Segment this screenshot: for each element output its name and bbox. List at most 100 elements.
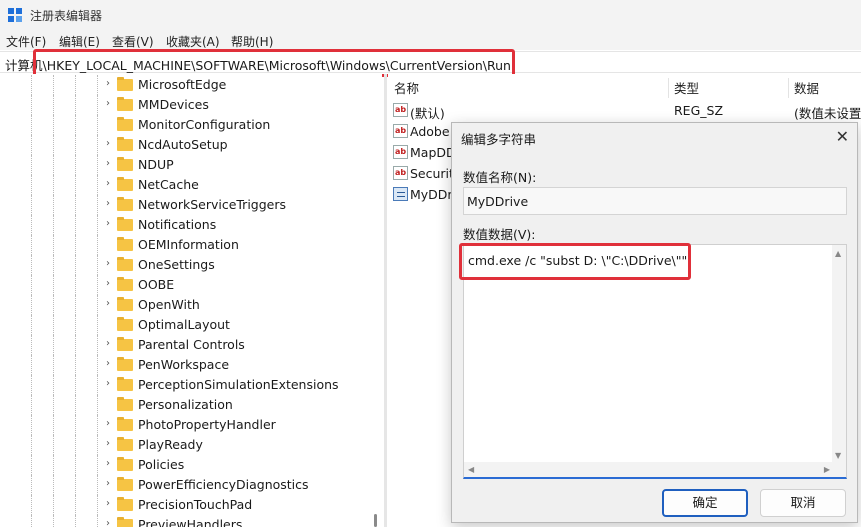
tree-item[interactable]: › NetworkServiceTriggers xyxy=(0,195,370,215)
tree-guide-line xyxy=(97,295,98,315)
chevron-right-icon[interactable]: › xyxy=(106,198,110,209)
tree-item[interactable]: › PreviewHandlers xyxy=(0,515,370,527)
tree-item-label: Policies xyxy=(138,457,185,472)
folder-icon xyxy=(117,297,133,311)
scroll-right-icon[interactable]: ▶ xyxy=(824,465,830,474)
tree-guide-line xyxy=(75,315,76,335)
tree-item-label: NetCache xyxy=(138,177,199,192)
chevron-right-icon[interactable]: › xyxy=(106,278,110,289)
tree-item[interactable]: › MMDevices xyxy=(0,95,370,115)
chevron-right-icon[interactable]: › xyxy=(106,458,110,469)
chevron-right-icon[interactable]: › xyxy=(106,438,110,449)
menu-edit[interactable]: 编辑(E) xyxy=(59,33,100,50)
tree-guide-line xyxy=(31,475,32,495)
list-item-type: REG_SZ xyxy=(674,103,724,118)
chevron-right-icon[interactable]: › xyxy=(106,298,110,309)
list-item-name: MapDD xyxy=(410,145,456,160)
tree-item[interactable]: › PenWorkspace xyxy=(0,355,370,375)
column-divider[interactable] xyxy=(668,78,669,98)
tree-item[interactable]: › Parental Controls xyxy=(0,335,370,355)
tree-item[interactable]: › Notifications xyxy=(0,215,370,235)
folder-icon xyxy=(117,317,133,331)
tree-item[interactable]: › PhotoPropertyHandler xyxy=(0,415,370,435)
tree-guide-line xyxy=(75,95,76,115)
tree-guide-line xyxy=(75,115,76,135)
tree-item-label: PreviewHandlers xyxy=(138,517,243,527)
tree-guide-line xyxy=(97,415,98,435)
pane-splitter[interactable] xyxy=(384,74,387,527)
menu-view[interactable]: 查看(V) xyxy=(112,33,154,50)
list-item-name: Adobe xyxy=(410,124,450,139)
menu-help[interactable]: 帮助(H) xyxy=(231,33,273,50)
tree-item[interactable]: › PrecisionTouchPad xyxy=(0,495,370,515)
chevron-right-icon[interactable]: › xyxy=(106,518,110,527)
tree-guide-line xyxy=(75,275,76,295)
tree-item[interactable]: OptimalLayout xyxy=(0,315,370,335)
chevron-right-icon[interactable]: › xyxy=(106,338,110,349)
ab-icon: ab xyxy=(393,103,408,117)
textarea-horizontal-scrollbar[interactable]: ◀ ▶ xyxy=(464,462,834,477)
tree-item[interactable]: › PlayReady xyxy=(0,435,370,455)
tree-scroll-thumb[interactable] xyxy=(374,514,377,527)
chevron-right-icon[interactable]: › xyxy=(106,258,110,269)
registry-tree[interactable]: › MicrosoftEdge › MMDevices MonitorConfigura… xyxy=(0,74,370,527)
tree-item[interactable]: › MicrosoftEdge xyxy=(0,75,370,95)
chevron-right-icon[interactable]: › xyxy=(106,358,110,369)
tree-item[interactable]: › PerceptionSimulationExtensions xyxy=(0,375,370,395)
tree-guide-line xyxy=(97,255,98,275)
tree-item[interactable]: › Policies xyxy=(0,455,370,475)
scroll-up-icon[interactable]: ▲ xyxy=(835,249,841,258)
tree-scrollbar[interactable] xyxy=(370,74,382,527)
cancel-button[interactable]: 取消 xyxy=(760,489,846,517)
textarea-vertical-scrollbar[interactable]: ▲ ▼ xyxy=(832,245,846,463)
chevron-right-icon[interactable]: › xyxy=(106,98,110,109)
tree-guide-line xyxy=(53,455,54,475)
tree-item-label: OptimalLayout xyxy=(138,317,230,332)
tree-item[interactable]: › OOBE xyxy=(0,275,370,295)
chevron-right-icon[interactable]: › xyxy=(106,78,110,89)
chevron-right-icon[interactable]: › xyxy=(106,498,110,509)
tree-item[interactable]: › PowerEfficiencyDiagnostics xyxy=(0,475,370,495)
column-header-data[interactable]: 数据 xyxy=(794,78,819,97)
tree-item[interactable]: › NetCache xyxy=(0,175,370,195)
tree-guide-line xyxy=(97,515,98,527)
tree-guide-line xyxy=(97,395,98,415)
tree-guide-line xyxy=(31,335,32,355)
tree-guide-line xyxy=(53,135,54,155)
tree-item[interactable]: OEMInformation xyxy=(0,235,370,255)
chevron-right-icon[interactable]: › xyxy=(106,178,110,189)
chevron-right-icon[interactable]: › xyxy=(106,418,110,429)
list-item[interactable]: ab (默认) REG_SZ (数值未设置) xyxy=(388,100,861,121)
folder-icon xyxy=(117,197,133,211)
tree-guide-line xyxy=(31,215,32,235)
chevron-right-icon[interactable]: › xyxy=(106,478,110,489)
column-divider[interactable] xyxy=(788,78,789,98)
tree-item[interactable]: › OneSettings xyxy=(0,255,370,275)
tree-item[interactable]: MonitorConfiguration xyxy=(0,115,370,135)
tree-guide-line xyxy=(31,275,32,295)
ok-button[interactable]: 确定 xyxy=(662,489,748,517)
scroll-left-icon[interactable]: ◀ xyxy=(468,465,474,474)
close-icon[interactable]: ✕ xyxy=(836,127,849,146)
menu-favorites[interactable]: 收藏夹(A) xyxy=(166,33,220,50)
menu-bar: 文件(F) 编辑(E) 查看(V) 收藏夹(A) 帮助(H) xyxy=(0,30,861,50)
menu-file[interactable]: 文件(F) xyxy=(6,33,46,50)
tree-guide-line xyxy=(97,175,98,195)
tree-item-label: MicrosoftEdge xyxy=(138,77,227,92)
chevron-right-icon[interactable]: › xyxy=(106,138,110,149)
tree-item[interactable]: › OpenWith xyxy=(0,295,370,315)
tree-item[interactable]: Personalization xyxy=(0,395,370,415)
chevron-right-icon[interactable]: › xyxy=(106,378,110,389)
tree-item[interactable]: › NDUP xyxy=(0,155,370,175)
column-header-name[interactable]: 名称 xyxy=(394,78,419,97)
value-name-field[interactable]: MyDDrive xyxy=(463,187,847,215)
column-header-type[interactable]: 类型 xyxy=(674,78,699,97)
chevron-right-icon[interactable]: › xyxy=(106,218,110,229)
folder-icon xyxy=(117,497,133,511)
scroll-down-icon[interactable]: ▼ xyxy=(835,451,841,460)
tree-guide-line xyxy=(75,475,76,495)
tree-guide-line xyxy=(75,355,76,375)
tree-item-label: Parental Controls xyxy=(138,337,245,352)
chevron-right-icon[interactable]: › xyxy=(106,158,110,169)
tree-item[interactable]: › NcdAutoSetup xyxy=(0,135,370,155)
